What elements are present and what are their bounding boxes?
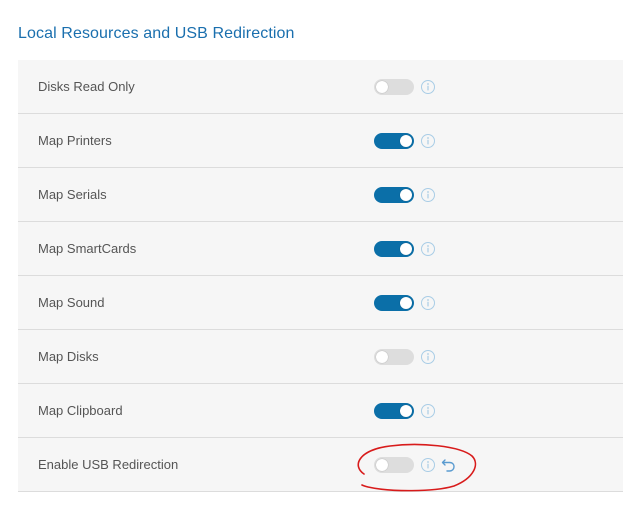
setting-label: Disks Read Only: [38, 79, 135, 94]
setting-row-enable-usb-redirection: Enable USB Redirection: [18, 438, 623, 492]
settings-page: Local Resources and USB Redirection Disk…: [0, 0, 623, 506]
toggle-knob: [400, 405, 412, 417]
info-icon[interactable]: [420, 79, 436, 95]
setting-row-map-sound: Map Sound: [18, 276, 623, 330]
toggle-knob: [400, 189, 412, 201]
disks-read-only-toggle[interactable]: [374, 79, 414, 95]
map-sound-toggle[interactable]: [374, 295, 414, 311]
setting-row-map-disks: Map Disks: [18, 330, 623, 384]
info-icon[interactable]: [420, 187, 436, 203]
info-icon[interactable]: [420, 133, 436, 149]
setting-row-map-serials: Map Serials: [18, 168, 623, 222]
setting-row-disks-read-only: Disks Read Only: [18, 60, 623, 114]
toggle-knob: [376, 459, 388, 471]
settings-list: Disks Read Only Map Printers Map Serials Ma…: [18, 60, 623, 492]
info-icon[interactable]: [420, 241, 436, 257]
info-icon[interactable]: [420, 457, 436, 473]
info-icon[interactable]: [420, 349, 436, 365]
toggle-knob: [376, 351, 388, 363]
map-disks-toggle[interactable]: [374, 349, 414, 365]
map-smartcards-toggle[interactable]: [374, 241, 414, 257]
toggle-knob: [400, 297, 412, 309]
toggle-knob: [400, 135, 412, 147]
setting-label: Map Clipboard: [38, 403, 123, 418]
setting-row-map-printers: Map Printers: [18, 114, 623, 168]
enable-usb-redirection-toggle[interactable]: [374, 457, 414, 473]
setting-label: Enable USB Redirection: [38, 457, 179, 472]
setting-label: Map SmartCards: [38, 241, 137, 256]
setting-label: Map Sound: [38, 295, 105, 310]
setting-label: Map Disks: [38, 349, 99, 364]
setting-label: Map Serials: [38, 187, 107, 202]
map-printers-toggle[interactable]: [374, 133, 414, 149]
toggle-knob: [400, 243, 412, 255]
setting-row-map-clipboard: Map Clipboard: [18, 384, 623, 438]
map-clipboard-toggle[interactable]: [374, 403, 414, 419]
undo-icon[interactable]: [440, 456, 458, 474]
map-serials-toggle[interactable]: [374, 187, 414, 203]
setting-label: Map Printers: [38, 133, 112, 148]
info-icon[interactable]: [420, 403, 436, 419]
section-title: Local Resources and USB Redirection: [18, 25, 295, 42]
setting-row-map-smartcards: Map SmartCards: [18, 222, 623, 276]
toggle-knob: [376, 81, 388, 93]
info-icon[interactable]: [420, 295, 436, 311]
